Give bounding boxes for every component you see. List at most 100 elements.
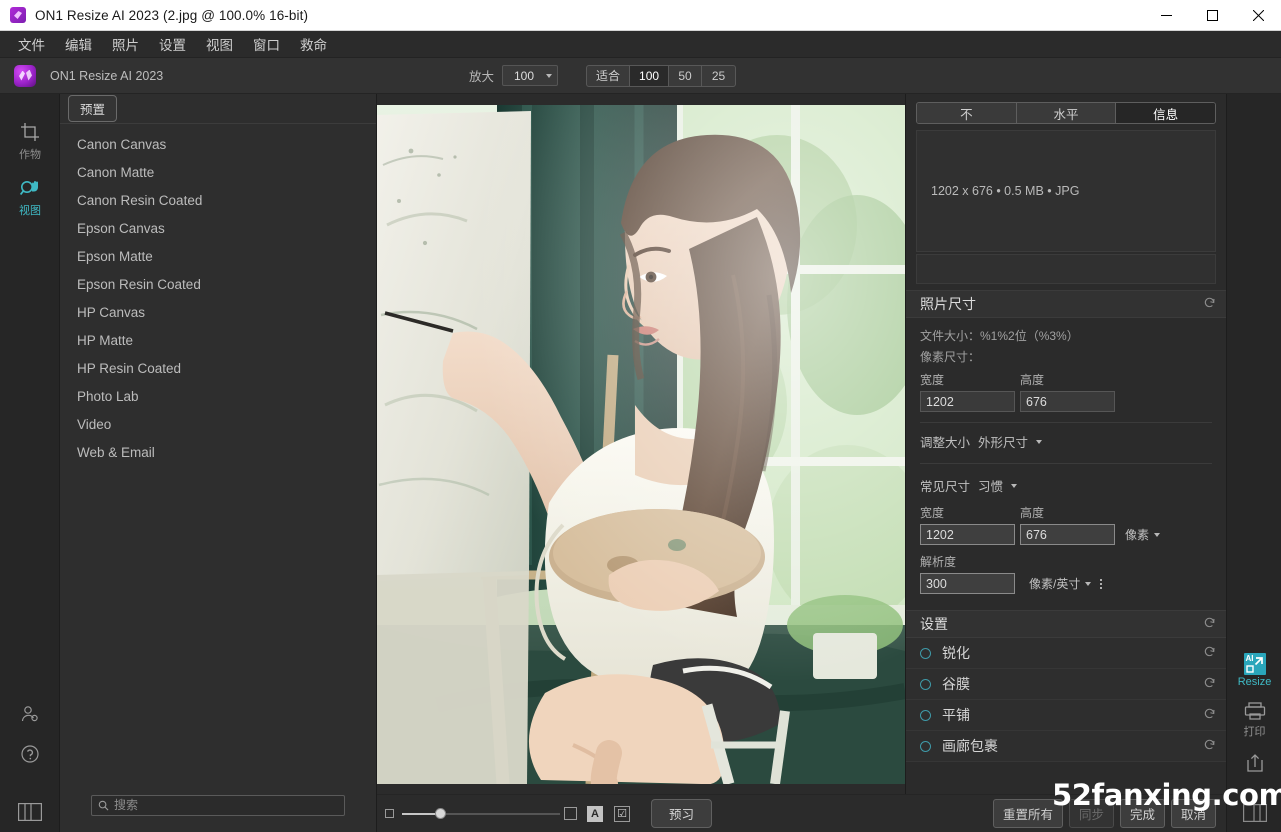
settings-title: 设置 [920, 616, 948, 632]
brand-zone: ON1 Resize AI 2023 [0, 64, 300, 87]
tab-presets[interactable]: 预置 [68, 95, 118, 122]
large-thumb-icon[interactable] [564, 807, 577, 820]
list-item[interactable]: Web & Email [60, 438, 376, 466]
divider [920, 422, 1212, 423]
reset-all-button[interactable]: 重置所有 [992, 799, 1063, 828]
list-item[interactable]: Epson Resin Coated [60, 270, 376, 298]
resolution-input[interactable] [920, 573, 1015, 594]
search-box[interactable] [91, 794, 345, 816]
tab-horizontal[interactable]: 水平 [1016, 103, 1117, 123]
reset-icon[interactable] [1203, 296, 1216, 312]
on1-logo-icon [14, 64, 36, 87]
menu-help[interactable]: 救命 [290, 31, 337, 57]
preview-button[interactable]: 预习 [651, 799, 713, 828]
reset-icon[interactable] [1203, 676, 1216, 692]
done-button[interactable]: 完成 [1119, 799, 1165, 828]
resolution-unit-select[interactable]: 像素/英寸 [1029, 575, 1092, 592]
image-info-text: 1202 x 676 • 0.5 MB • JPG [931, 184, 1080, 198]
help-icon[interactable] [0, 734, 60, 774]
setting-row[interactable]: 锐化 [906, 638, 1226, 669]
settings-header: 设置 [906, 610, 1226, 638]
minimize-icon[interactable] [1143, 0, 1189, 31]
zoom-50-button[interactable]: 50 [669, 65, 703, 86]
menu-view[interactable]: 视图 [196, 31, 243, 57]
list-item[interactable]: Canon Matte [60, 158, 376, 186]
account-icon[interactable] [0, 694, 60, 734]
list-item[interactable]: HP Resin Coated [60, 354, 376, 382]
text-overlay-icon[interactable]: A [587, 805, 603, 822]
menu-edit[interactable]: 编辑 [55, 31, 102, 57]
menu-photo[interactable]: 照片 [102, 31, 149, 57]
chevron-down-icon[interactable] [1036, 439, 1043, 444]
setting-label: 锐化 [942, 645, 970, 661]
toggle-icon[interactable] [920, 740, 931, 752]
common-height-label: 高度 [1020, 506, 1045, 520]
common-width-label: 宽度 [920, 506, 945, 520]
search-input[interactable] [114, 798, 338, 812]
toggle-icon[interactable] [920, 709, 931, 721]
list-item[interactable]: Photo Lab [60, 382, 376, 410]
toggle-icon[interactable] [920, 678, 931, 690]
rating-overlay-icon[interactable]: ☑ [614, 805, 630, 822]
photo-preview[interactable] [377, 104, 905, 784]
right-panel-tabs: 不 水平 信息 [916, 102, 1216, 124]
module-share[interactable] [1227, 744, 1281, 780]
zoom-select[interactable]: 100 [502, 65, 559, 86]
common-height-input[interactable] [1020, 524, 1115, 545]
list-item[interactable]: Canon Canvas [60, 130, 376, 158]
zoom-fit-button[interactable]: 适合 [587, 65, 631, 86]
module-print-label: 打印 [1243, 726, 1266, 738]
common-size-fields: 像素 [920, 524, 1212, 545]
pixel-width-input[interactable] [920, 391, 1015, 412]
common-size-row: 常见尺寸 习惯 [920, 476, 1212, 495]
panel-toggle-icon[interactable] [0, 792, 60, 832]
reset-icon[interactable] [1203, 645, 1216, 661]
tool-view[interactable]: 视图 [0, 168, 60, 224]
more-options-icon[interactable] [1100, 578, 1103, 589]
reset-icon[interactable] [1203, 616, 1216, 632]
tool-crop-label: 作物 [19, 149, 41, 161]
thumbnail-size-slider[interactable] [402, 807, 560, 821]
common-size-unit-select[interactable]: 像素 [1125, 526, 1161, 543]
zoom-100-button[interactable]: 100 [630, 65, 670, 86]
resize-mode-value[interactable]: 外形尺寸 [978, 432, 1028, 451]
reset-icon[interactable] [1203, 707, 1216, 723]
list-item[interactable]: HP Canvas [60, 298, 376, 326]
tab-none[interactable]: 不 [917, 103, 1017, 123]
list-item[interactable]: Epson Canvas [60, 214, 376, 242]
setting-row[interactable]: 平铺 [906, 700, 1226, 731]
menu-settings[interactable]: 设置 [149, 31, 196, 57]
chevron-down-icon [546, 73, 553, 78]
pixel-height-input[interactable] [1020, 391, 1115, 412]
list-item[interactable]: Epson Matte [60, 242, 376, 270]
slider-knob[interactable] [435, 808, 446, 819]
maximize-icon[interactable] [1189, 0, 1235, 31]
module-print[interactable]: 打印 [1227, 693, 1281, 744]
module-panel-toggle[interactable] [1227, 796, 1281, 828]
setting-row[interactable]: 谷膜 [906, 669, 1226, 700]
setting-label: 平铺 [942, 707, 970, 723]
photo-image [377, 104, 905, 784]
chevron-down-icon[interactable] [1011, 483, 1018, 488]
menu-window[interactable]: 窗口 [243, 31, 290, 57]
menu-file[interactable]: 文件 [8, 31, 55, 57]
common-width-input[interactable] [920, 524, 1015, 545]
module-resize[interactable]: AI Resize [1227, 646, 1281, 693]
height-label: 高度 [1020, 373, 1045, 387]
common-size-labels: 宽度 高度 [920, 504, 1212, 521]
list-item[interactable]: HP Matte [60, 326, 376, 354]
small-thumb-icon[interactable] [385, 809, 394, 818]
tab-info[interactable]: 信息 [1116, 103, 1215, 123]
list-item[interactable]: Video [60, 410, 376, 438]
cancel-button[interactable]: 取消 [1170, 799, 1216, 828]
tool-crop[interactable]: 作物 [0, 112, 60, 168]
setting-row[interactable]: 画廊包裹 [906, 731, 1226, 762]
close-icon[interactable] [1235, 0, 1281, 31]
zoom-25-button[interactable]: 25 [702, 66, 735, 86]
setting-label: 画廊包裹 [942, 738, 998, 754]
zoom-segment-group: 适合 100 50 25 [586, 64, 737, 87]
common-size-value[interactable]: 习惯 [978, 476, 1003, 495]
list-item[interactable]: Canon Resin Coated [60, 186, 376, 214]
reset-icon[interactable] [1203, 738, 1216, 754]
toggle-icon[interactable] [920, 647, 931, 659]
